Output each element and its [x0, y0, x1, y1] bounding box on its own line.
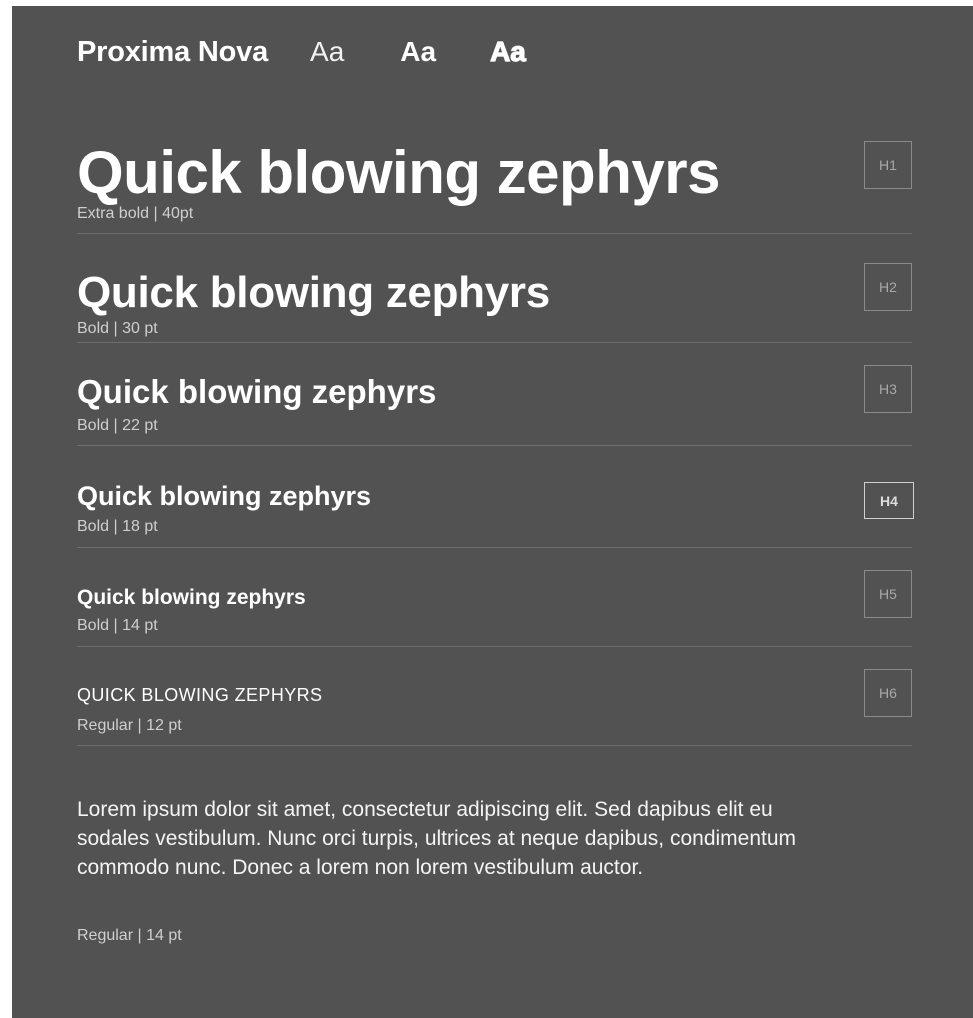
heading-tag-h6[interactable]: H6 [864, 669, 912, 717]
heading-spec-h2: Bold | 30 pt [77, 320, 158, 337]
heading-spec-h4: Bold | 18 pt [77, 518, 158, 535]
heading-tag-h5[interactable]: H5 [864, 570, 912, 618]
heading-row-h1: Quick blowing zephyrs Extra bold | 40pt … [77, 6, 912, 234]
heading-row-h4: Quick blowing zephyrs Bold | 18 pt H4 [77, 446, 914, 548]
heading-tag-h3[interactable]: H3 [864, 365, 912, 413]
body-spec: Regular | 14 pt [77, 927, 182, 944]
heading-sample-h5: Quick blowing zephyrs [77, 586, 306, 609]
heading-row-h6: QUICK BLOWING ZEPHYRS Regular | 12 pt H6 [77, 647, 912, 746]
heading-sample-h3: Quick blowing zephyrs [77, 373, 437, 410]
heading-sample-h2: Quick blowing zephyrs [77, 268, 550, 317]
body-sample-text: Lorem ipsum dolor sit amet, consectetur … [77, 798, 797, 879]
typography-panel: Proxima Nova Aa Aa Aa Quick blowing zeph… [12, 6, 973, 1018]
heading-tag-h1[interactable]: H1 [864, 141, 912, 189]
heading-spec-h3: Bold | 22 pt [77, 417, 158, 434]
heading-sample-h6: QUICK BLOWING ZEPHYRS [77, 685, 323, 705]
heading-spec-h5: Bold | 14 pt [77, 617, 158, 634]
heading-spec-h6: Regular | 12 pt [77, 717, 182, 734]
heading-row-h3: Quick blowing zephyrs Bold | 22 pt H3 [77, 343, 912, 446]
heading-sample-h1: Quick blowing zephyrs [77, 139, 720, 206]
heading-row-h5: Quick blowing zephyrs Bold | 14 pt H5 [77, 548, 912, 647]
heading-tag-h4[interactable]: H4 [864, 482, 914, 519]
heading-sample-h4: Quick blowing zephyrs [77, 481, 372, 511]
heading-tag-h2[interactable]: H2 [864, 263, 912, 311]
heading-row-h2: Quick blowing zephyrs Bold | 30 pt H2 [77, 234, 912, 343]
heading-spec-h1: Extra bold | 40pt [77, 205, 194, 222]
